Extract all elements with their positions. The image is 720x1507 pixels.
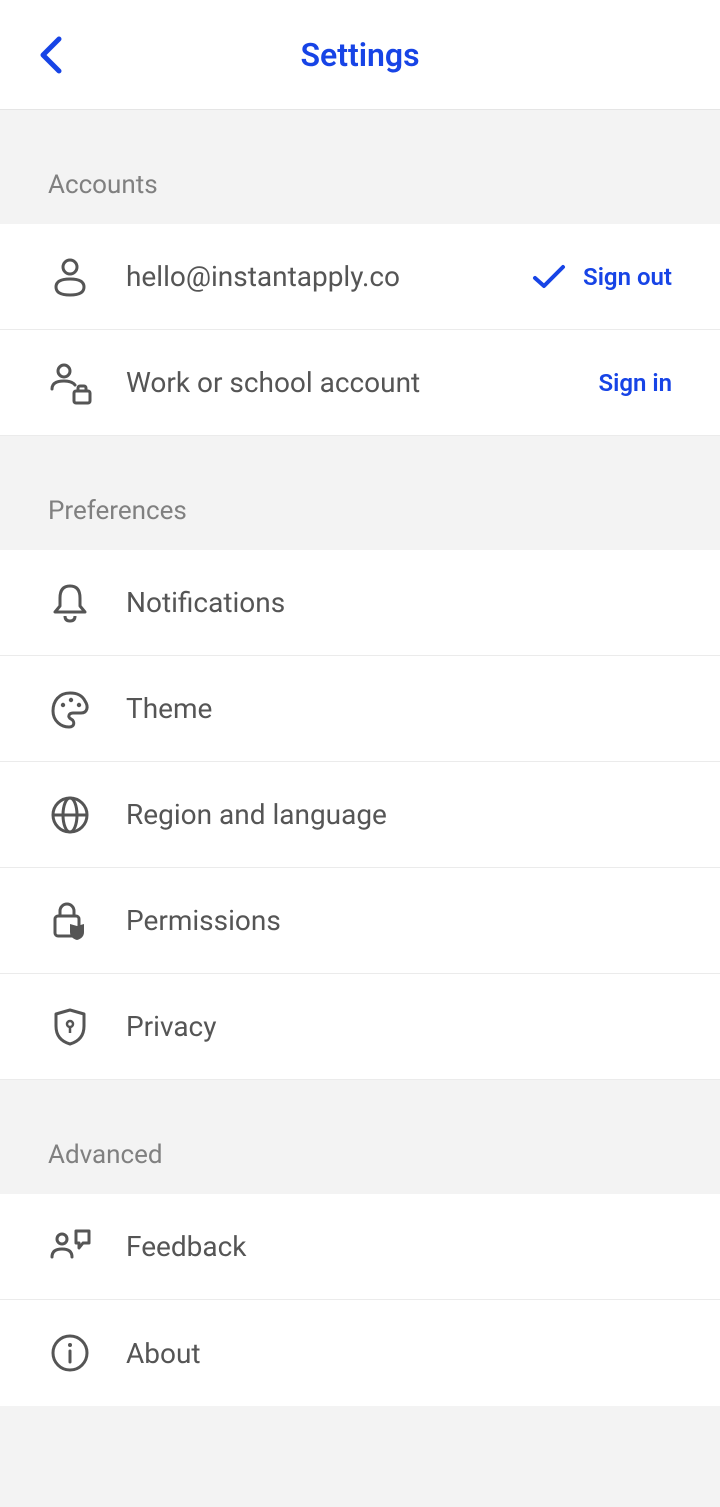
feedback-label: Feedback xyxy=(126,1230,672,1263)
section-header-preferences: Preferences xyxy=(0,436,720,550)
palette-icon xyxy=(48,687,92,731)
section-header-accounts: Accounts xyxy=(0,110,720,224)
row-notifications[interactable]: Notifications xyxy=(0,550,720,656)
account-row-personal[interactable]: hello@instantapply.co Sign out xyxy=(0,224,720,330)
section-header-advanced: Advanced xyxy=(0,1080,720,1194)
account-row-work[interactable]: Work or school account Sign in xyxy=(0,330,720,436)
theme-label: Theme xyxy=(126,692,672,725)
page-title: Settings xyxy=(300,36,419,74)
person-icon xyxy=(48,255,92,299)
chevron-left-icon xyxy=(37,35,67,75)
row-about[interactable]: About xyxy=(0,1300,720,1406)
lock-shield-icon xyxy=(48,899,92,943)
row-region[interactable]: Region and language xyxy=(0,762,720,868)
info-icon xyxy=(48,1331,92,1375)
person-briefcase-icon xyxy=(48,361,92,405)
notifications-label: Notifications xyxy=(126,586,672,619)
feedback-icon xyxy=(48,1225,92,1269)
row-permissions[interactable]: Permissions xyxy=(0,868,720,974)
row-feedback[interactable]: Feedback xyxy=(0,1194,720,1300)
region-label: Region and language xyxy=(126,798,672,831)
sign-in-button[interactable]: Sign in xyxy=(598,369,672,397)
work-school-label: Work or school account xyxy=(126,366,598,399)
shield-icon xyxy=(48,1005,92,1049)
account-email-label: hello@instantapply.co xyxy=(126,260,531,293)
globe-icon xyxy=(48,793,92,837)
settings-header: Settings xyxy=(0,0,720,110)
back-button[interactable] xyxy=(30,33,74,77)
about-label: About xyxy=(126,1337,672,1370)
bell-icon xyxy=(48,581,92,625)
permissions-label: Permissions xyxy=(126,904,672,937)
check-icon xyxy=(531,263,567,291)
row-privacy[interactable]: Privacy xyxy=(0,974,720,1080)
privacy-label: Privacy xyxy=(126,1010,672,1043)
sign-out-button[interactable]: Sign out xyxy=(583,263,672,291)
row-theme[interactable]: Theme xyxy=(0,656,720,762)
